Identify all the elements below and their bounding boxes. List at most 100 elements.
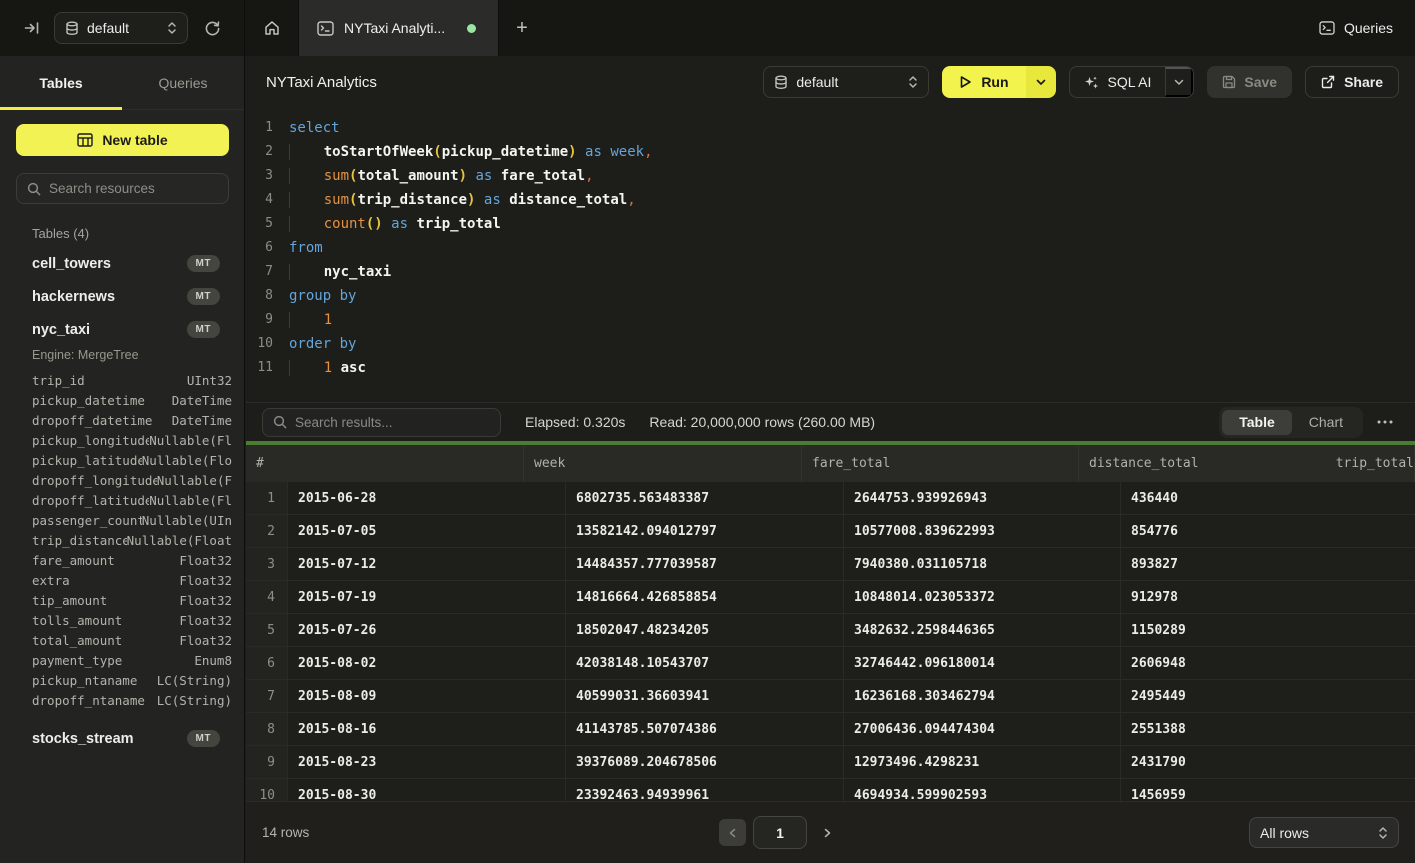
column-header[interactable]: distance_total: [1079, 445, 1326, 482]
column-row[interactable]: dropoff_longitude Nullable(F: [0, 470, 244, 490]
collapse-sidebar-button[interactable]: [18, 14, 46, 42]
column-row[interactable]: pickup_longitude Nullable(Fl: [0, 430, 244, 450]
sidebar-tab-queries[interactable]: Queries: [122, 56, 244, 109]
run-options-button[interactable]: [1026, 66, 1056, 98]
row-number-cell[interactable]: 2: [246, 515, 288, 547]
week-cell[interactable]: 2015-08-30: [288, 779, 566, 801]
column-row[interactable]: extra Float32: [0, 570, 244, 590]
trip-total-cell[interactable]: 893827: [1121, 548, 1415, 580]
column-row[interactable]: tolls_amount Float32: [0, 610, 244, 630]
distance-total-cell[interactable]: 32746442.096180014: [844, 647, 1121, 679]
week-cell[interactable]: 2015-07-12: [288, 548, 566, 580]
fare-total-cell[interactable]: 42038148.10543707: [566, 647, 844, 679]
trip-total-cell[interactable]: 912978: [1121, 581, 1415, 613]
column-row[interactable]: total_amount Float32: [0, 630, 244, 650]
queries-button[interactable]: Queries: [1319, 20, 1393, 36]
row-number-cell[interactable]: 10: [246, 779, 288, 801]
distance-total-cell[interactable]: 2644753.939926943: [844, 482, 1121, 514]
column-row[interactable]: trip_distance Nullable(Float: [0, 530, 244, 550]
row-number-cell[interactable]: 4: [246, 581, 288, 613]
row-number-cell[interactable]: 5: [246, 614, 288, 646]
page-size-selector[interactable]: All rows: [1249, 817, 1399, 848]
fare-total-cell[interactable]: 23392463.94939961: [566, 779, 844, 801]
week-cell[interactable]: 2015-08-16: [288, 713, 566, 745]
fare-total-cell[interactable]: 13582142.094012797: [566, 515, 844, 547]
row-number-cell[interactable]: 9: [246, 746, 288, 778]
row-number-cell[interactable]: 3: [246, 548, 288, 580]
next-page-button[interactable]: [814, 819, 841, 846]
sql-editor[interactable]: 1 select 2 toStartOfWeek(pickup_datetime…: [246, 108, 1415, 402]
search-results-input[interactable]: [295, 415, 490, 430]
column-row[interactable]: pickup_datetime DateTime: [0, 390, 244, 410]
row-number-cell[interactable]: 1: [246, 482, 288, 514]
trip-total-cell[interactable]: 854776: [1121, 515, 1415, 547]
current-page[interactable]: 1: [753, 816, 807, 849]
trip-total-cell[interactable]: 2495449: [1121, 680, 1415, 712]
column-header[interactable]: #: [246, 445, 524, 482]
distance-total-cell[interactable]: 4694934.599902593: [844, 779, 1121, 801]
column-header[interactable]: trip_total: [1326, 445, 1415, 482]
week-cell[interactable]: 2015-07-26: [288, 614, 566, 646]
sidebar-table-nyc-taxi[interactable]: nyc_taxi MT: [0, 313, 244, 346]
trip-total-cell[interactable]: 436440: [1121, 482, 1415, 514]
trip-total-cell[interactable]: 2431790: [1121, 746, 1415, 778]
fare-total-cell[interactable]: 41143785.507074386: [566, 713, 844, 745]
sidebar-table-hackernews[interactable]: hackernews MT: [0, 280, 244, 313]
new-table-button[interactable]: New table: [16, 124, 229, 156]
new-tab-button[interactable]: +: [499, 0, 545, 56]
results-more-button[interactable]: [1371, 414, 1399, 430]
distance-total-cell[interactable]: 27006436.094474304: [844, 713, 1121, 745]
tab-nytaxi-analytics[interactable]: NYTaxi Analyti...: [299, 0, 499, 56]
save-button[interactable]: Save: [1207, 66, 1292, 98]
week-cell[interactable]: 2015-08-02: [288, 647, 566, 679]
column-row[interactable]: payment_type Enum8: [0, 650, 244, 670]
sidebar-tab-tables[interactable]: Tables: [0, 56, 122, 109]
view-toggle-table[interactable]: Table: [1222, 410, 1292, 435]
previous-page-button[interactable]: [719, 819, 746, 846]
row-number-cell[interactable]: 8: [246, 713, 288, 745]
trip-total-cell[interactable]: 2606948: [1121, 647, 1415, 679]
week-cell[interactable]: 2015-08-23: [288, 746, 566, 778]
home-button[interactable]: [245, 0, 299, 56]
column-row[interactable]: fare_amount Float32: [0, 550, 244, 570]
week-cell[interactable]: 2015-06-28: [288, 482, 566, 514]
distance-total-cell[interactable]: 10848014.023053372: [844, 581, 1121, 613]
distance-total-cell[interactable]: 12973496.4298231: [844, 746, 1121, 778]
sidebar-table-stocks-stream[interactable]: stocks_stream MT: [0, 722, 244, 755]
column-row[interactable]: passenger_count Nullable(UIn: [0, 510, 244, 530]
distance-total-cell[interactable]: 7940380.031105718: [844, 548, 1121, 580]
distance-total-cell[interactable]: 3482632.2598446365: [844, 614, 1121, 646]
week-cell[interactable]: 2015-08-09: [288, 680, 566, 712]
fare-total-cell[interactable]: 18502047.48234205: [566, 614, 844, 646]
column-row[interactable]: dropoff_latitude Nullable(Fl: [0, 490, 244, 510]
fare-total-cell[interactable]: 14816664.426858854: [566, 581, 844, 613]
fare-total-cell[interactable]: 14484357.777039587: [566, 548, 844, 580]
distance-total-cell[interactable]: 16236168.303462794: [844, 680, 1121, 712]
trip-total-cell[interactable]: 1456959: [1121, 779, 1415, 801]
refresh-button[interactable]: [198, 14, 227, 43]
column-row[interactable]: pickup_ntaname LC(String): [0, 670, 244, 690]
week-cell[interactable]: 2015-07-19: [288, 581, 566, 613]
column-row[interactable]: dropoff_datetime DateTime: [0, 410, 244, 430]
week-cell[interactable]: 2015-07-05: [288, 515, 566, 547]
sidebar-table-cell-towers[interactable]: cell_towers MT: [0, 247, 244, 280]
run-button[interactable]: Run: [942, 66, 1025, 98]
column-row[interactable]: dropoff_ntaname LC(String): [0, 690, 244, 710]
column-header[interactable]: week: [524, 445, 802, 482]
query-database-selector[interactable]: default: [763, 66, 929, 98]
search-resources-input[interactable]: [49, 181, 226, 196]
column-header[interactable]: fare_total: [802, 445, 1079, 482]
column-row[interactable]: trip_id UInt32: [0, 370, 244, 390]
sql-ai-options-button[interactable]: [1165, 67, 1193, 97]
share-button[interactable]: Share: [1305, 66, 1399, 98]
column-row[interactable]: tip_amount Float32: [0, 590, 244, 610]
trip-total-cell[interactable]: 1150289: [1121, 614, 1415, 646]
trip-total-cell[interactable]: 2551388: [1121, 713, 1415, 745]
fare-total-cell[interactable]: 6802735.563483387: [566, 482, 844, 514]
view-toggle-chart[interactable]: Chart: [1292, 410, 1360, 435]
database-selector[interactable]: default: [54, 12, 188, 44]
fare-total-cell[interactable]: 40599031.36603941: [566, 680, 844, 712]
sql-ai-button[interactable]: SQL AI: [1070, 67, 1166, 97]
distance-total-cell[interactable]: 10577008.839622993: [844, 515, 1121, 547]
row-number-cell[interactable]: 7: [246, 680, 288, 712]
